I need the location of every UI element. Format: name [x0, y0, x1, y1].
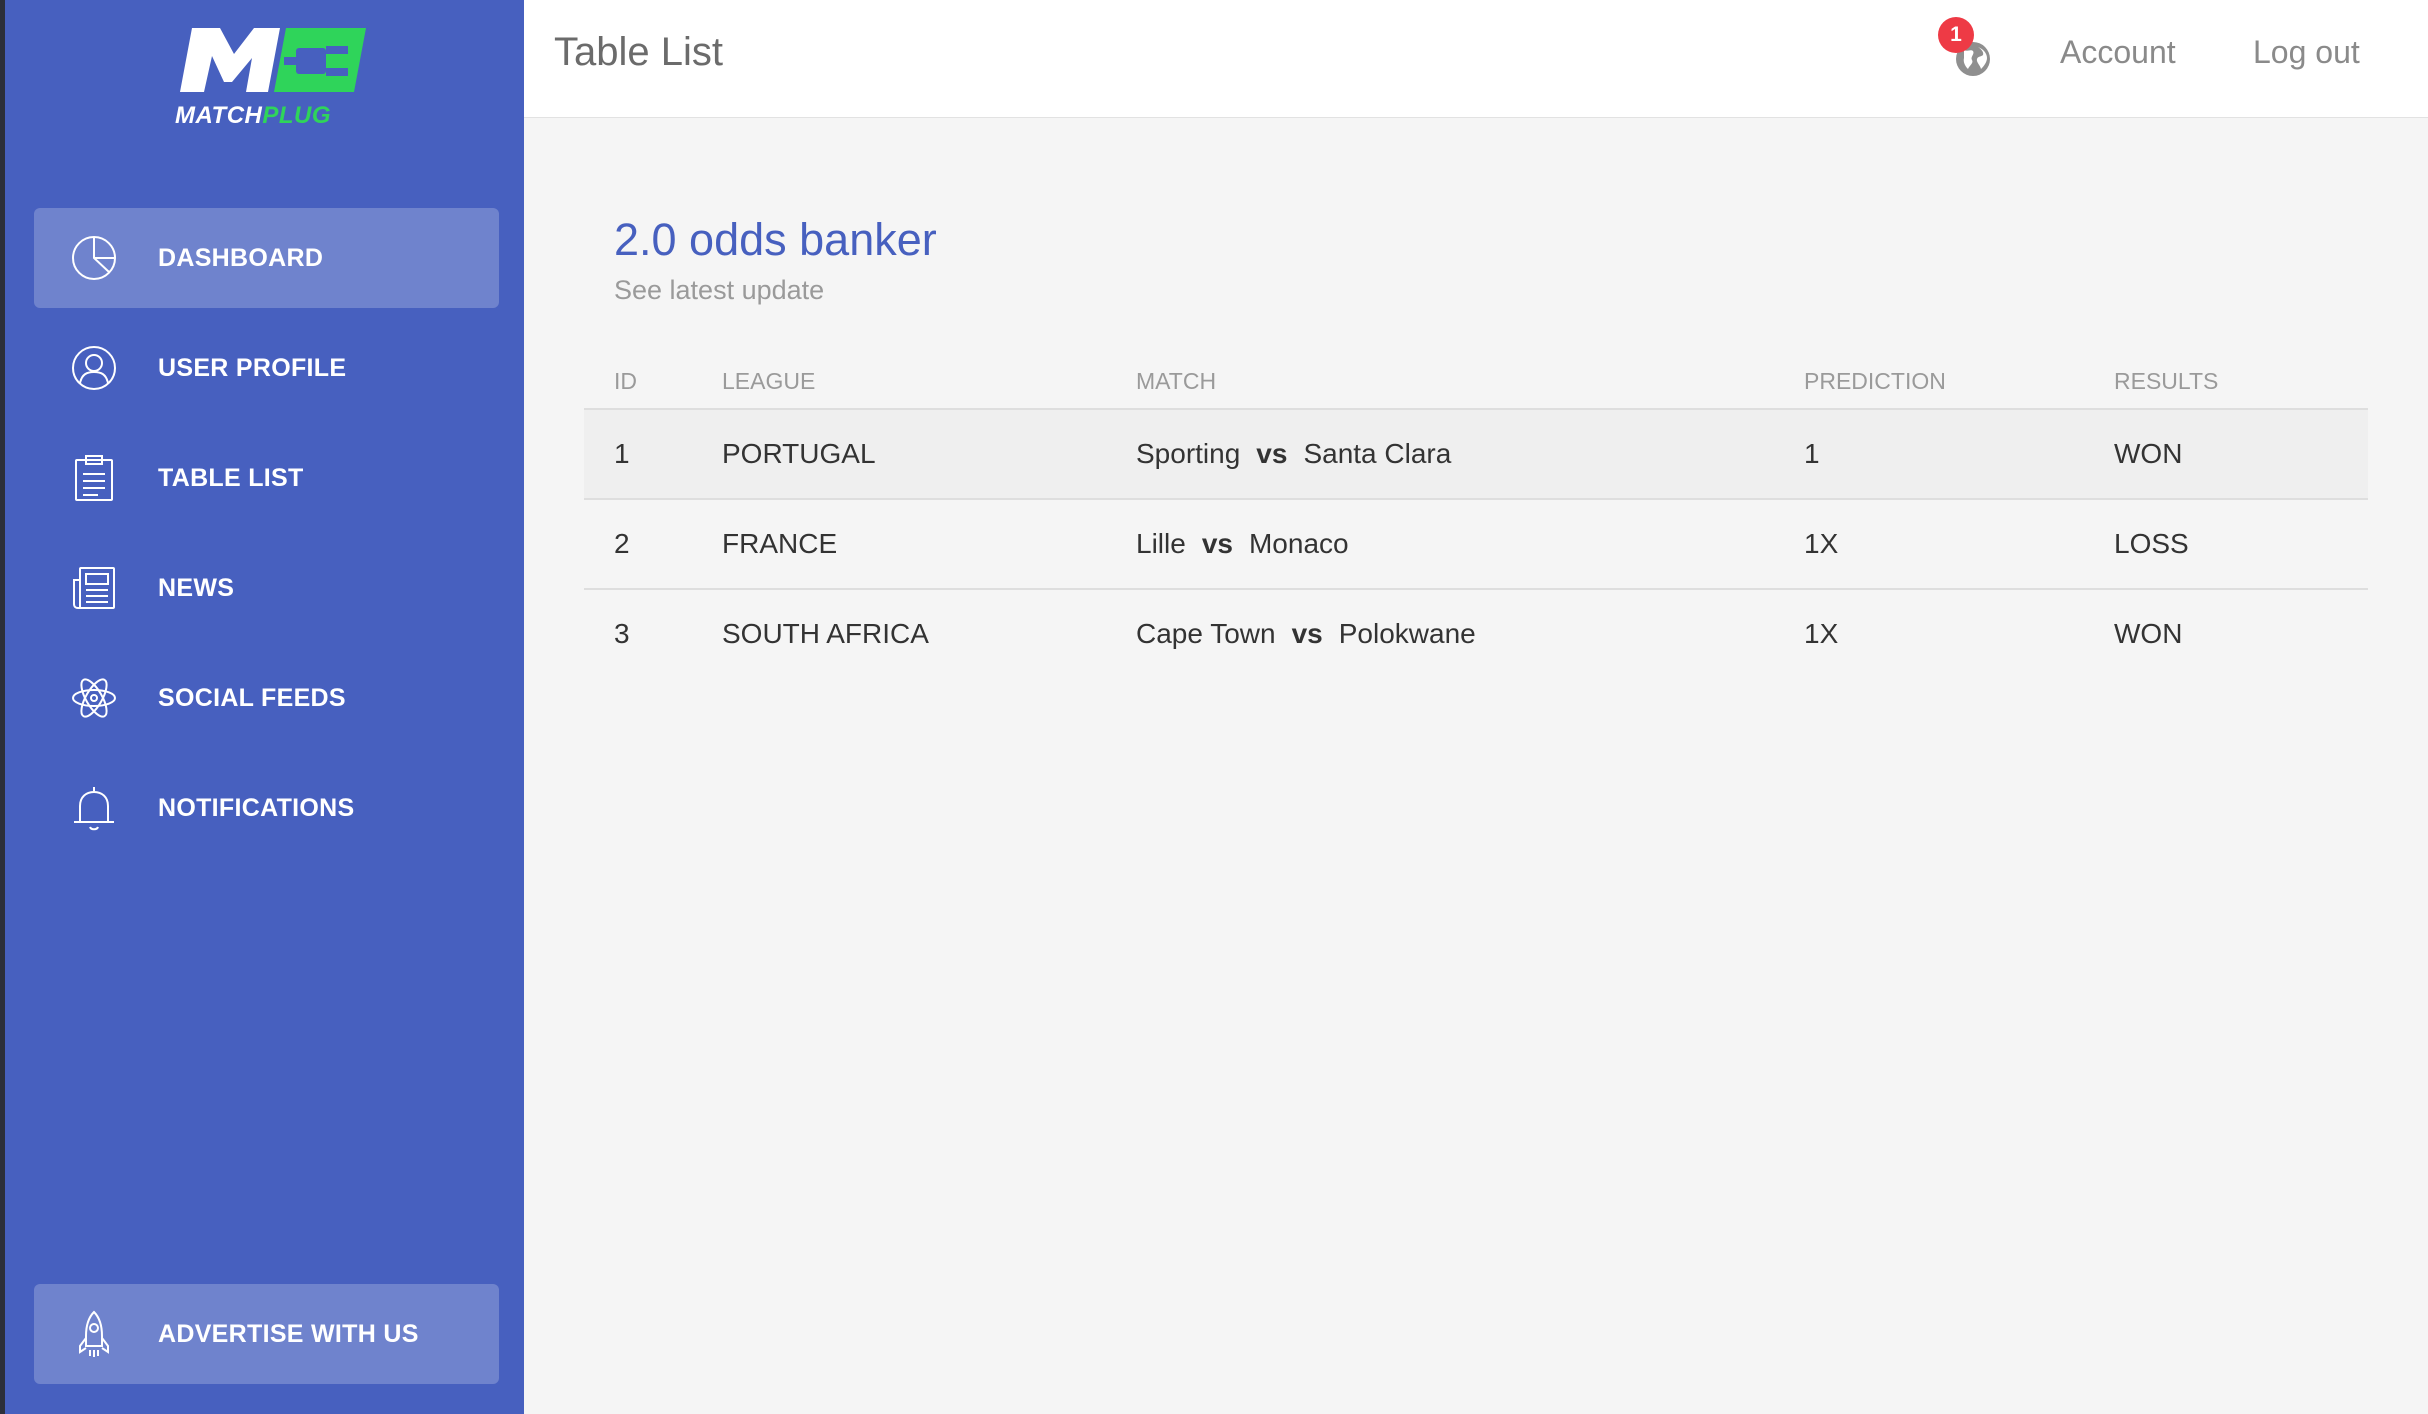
cell-match: Cape Town vs Polokwane: [1136, 590, 1476, 678]
bell-icon: [74, 787, 114, 831]
sidebar-item-social-feeds[interactable]: SOCIAL FEEDS: [34, 648, 499, 748]
home-team: Sporting: [1136, 438, 1241, 469]
logo-mark-icon: [180, 28, 366, 92]
sidebar-item-label: TABLE LIST: [158, 464, 304, 492]
sidebar-item-label: NEWS: [158, 574, 235, 602]
notification-badge: 1: [1938, 17, 1974, 53]
user-icon: [72, 346, 116, 390]
advertise-with-us-button[interactable]: ADVERTISE WITH US: [34, 1284, 499, 1384]
rocket-icon: [79, 1310, 109, 1357]
clipboard-icon: [75, 455, 113, 501]
column-header-league[interactable]: LEAGUE: [722, 368, 815, 395]
cell-league: FRANCE: [722, 528, 838, 559]
advertise-label: ADVERTISE WITH US: [158, 1320, 419, 1348]
cell-match: Sporting vs Santa Clara: [1136, 410, 1451, 498]
sidebar-item-label: USER PROFILE: [158, 354, 347, 382]
cell-id: 3: [614, 618, 630, 649]
cell-result: WON: [2114, 618, 2183, 649]
sidebar-item-label: SOCIAL FEEDS: [158, 684, 346, 712]
account-link[interactable]: Account: [2060, 34, 2176, 71]
cell-result: WON: [2114, 438, 2183, 469]
card-subtitle: See latest update: [614, 275, 825, 305]
app-window: MATCHPLUG DASHBOARD USER PROFILE TABLE L…: [0, 0, 2428, 1414]
cell-match: Lille vs Monaco: [1136, 500, 1349, 588]
vs-label: vs: [1256, 438, 1288, 469]
sidebar-item-dashboard[interactable]: DASHBOARD: [34, 208, 499, 308]
logout-link[interactable]: Log out: [2253, 34, 2360, 71]
topbar: Table List 1 Account Log out: [524, 0, 2428, 118]
cell-id: 1: [614, 438, 630, 469]
column-header-results[interactable]: RESULTS: [2114, 368, 2218, 395]
sidebar-item-notifications[interactable]: NOTIFICATIONS: [34, 758, 499, 858]
vs-label: vs: [1201, 528, 1233, 559]
cell-league: SOUTH AFRICA: [722, 618, 929, 649]
column-header-id[interactable]: ID: [614, 368, 637, 395]
cell-league: PORTUGAL: [722, 438, 876, 469]
pie-chart-icon: [72, 236, 116, 280]
home-team: Cape Town: [1136, 618, 1276, 649]
sidebar: MATCHPLUG DASHBOARD USER PROFILE TABLE L…: [0, 0, 524, 1414]
table-row[interactable]: 1 PORTUGAL Sporting vs Santa Clara 1 WON: [584, 410, 2368, 500]
column-header-match[interactable]: MATCH: [1136, 368, 1216, 395]
home-team: Lille: [1136, 528, 1186, 559]
card-title: 2.0 odds banker: [614, 214, 937, 265]
logo-wordmark: MATCHPLUG: [175, 102, 332, 129]
matchplug-logo[interactable]: MATCHPLUG: [175, 24, 371, 136]
sidebar-item-user-profile[interactable]: USER PROFILE: [34, 318, 499, 418]
cell-prediction: 1X: [1804, 528, 1839, 559]
column-header-prediction[interactable]: PREDICTION: [1804, 368, 1946, 395]
vs-label: vs: [1291, 618, 1323, 649]
away-team: Polokwane: [1338, 618, 1476, 649]
page-title: Table List: [554, 30, 723, 74]
sidebar-item-table-list[interactable]: TABLE LIST: [34, 428, 499, 528]
atom-icon: [72, 678, 116, 718]
cell-prediction: 1: [1804, 438, 1820, 469]
cell-prediction: 1X: [1804, 618, 1839, 649]
table-header: ID LEAGUE MATCH PREDICTION RESULTS: [584, 360, 2368, 410]
predictions-table: ID LEAGUE MATCH PREDICTION RESULTS 1 POR…: [584, 360, 2368, 680]
away-team: Monaco: [1248, 528, 1349, 559]
table-row[interactable]: 3 SOUTH AFRICA Cape Town vs Polokwane 1X W…: [584, 590, 2368, 680]
cell-result: LOSS: [2114, 528, 2189, 559]
newspaper-icon: [73, 567, 115, 609]
table-row[interactable]: 2 FRANCE Lille vs Monaco 1X LOSS: [584, 500, 2368, 590]
sidebar-item-label: NOTIFICATIONS: [158, 794, 355, 822]
sidebar-nav: DASHBOARD USER PROFILE TABLE LIST NEWS S…: [34, 208, 499, 868]
away-team: Santa Clara: [1303, 438, 1452, 469]
cell-id: 2: [614, 528, 630, 559]
sidebar-item-label: DASHBOARD: [158, 244, 324, 272]
sidebar-item-news[interactable]: NEWS: [34, 538, 499, 638]
